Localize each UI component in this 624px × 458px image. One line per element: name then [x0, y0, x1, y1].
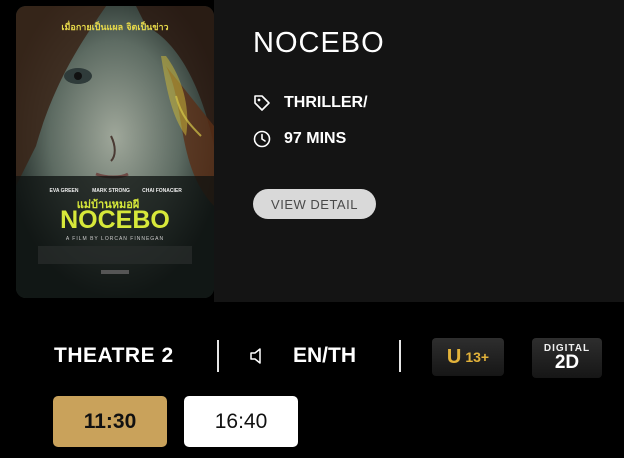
view-detail-button[interactable]: VIEW DETAIL [253, 189, 376, 219]
poster-area: เมื่อกายเป็นแผล จิตเป็นข่าว EVA GREEN MA… [0, 0, 214, 302]
showtime-info-row: THEATRE 2 EN/TH U 13+ DIGITAL 2D [0, 338, 624, 378]
divider [217, 340, 219, 372]
poster-credit: A FILM BY LORCAN FINNEGAN [66, 236, 164, 242]
duration-row: 97 MINS [252, 129, 346, 149]
tag-icon [254, 95, 270, 111]
showtime-button[interactable]: 11:30 [53, 396, 167, 447]
format-dimension: 2D [554, 352, 580, 373]
poster-cast-2: MARK STRONG [92, 188, 130, 194]
movie-duration: 97 MINS [284, 130, 347, 147]
movie-poster[interactable]: เมื่อกายเป็นแผล จิตเป็นข่าว EVA GREEN MA… [16, 6, 214, 298]
clock-icon [253, 130, 271, 148]
movie-title: NOCEBO [253, 27, 385, 59]
rating-badge: U 13+ [432, 338, 504, 376]
language-label: EN/TH [293, 344, 356, 367]
speaker-icon [250, 348, 261, 364]
rating-letter: U [446, 345, 462, 368]
format-badge: DIGITAL 2D [532, 338, 602, 378]
movie-genre: THRILLER/ [284, 94, 368, 111]
poster-cast-3: CHAI FONACIER [142, 188, 182, 194]
divider [399, 340, 401, 372]
poster-cast-1: EVA GREEN [50, 188, 79, 194]
poster-artwork: เมื่อกายเป็นแผล จิตเป็นข่าว EVA GREEN MA… [16, 6, 214, 298]
theatre-label: THEATRE 2 [54, 344, 174, 367]
showtime-button[interactable]: 16:40 [184, 396, 298, 447]
movie-card: เมื่อกายเป็นแผล จิตเป็นข่าว EVA GREEN MA… [0, 0, 624, 302]
poster-title: NOCEBO [60, 206, 170, 234]
genre-row: THRILLER/ [252, 93, 368, 113]
rating-age: 13+ [465, 349, 490, 365]
